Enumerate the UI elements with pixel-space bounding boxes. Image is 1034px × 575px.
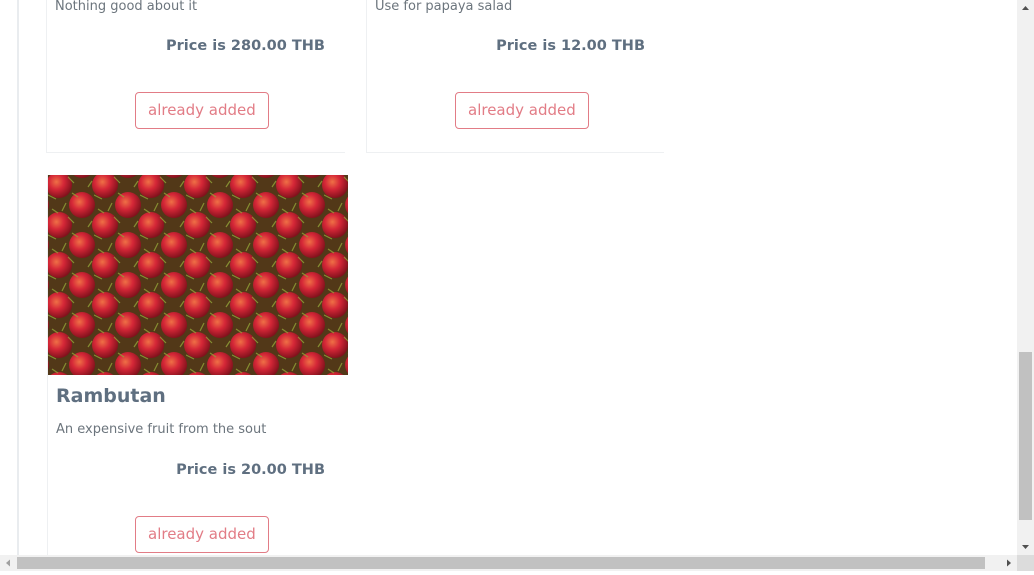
scroll-right-arrow-icon[interactable] xyxy=(1000,555,1017,571)
card-description: An expensive fruit from the sout xyxy=(56,422,267,437)
scroll-left-arrow-icon[interactable] xyxy=(0,555,17,571)
vertical-scrollbar[interactable] xyxy=(1017,0,1034,555)
card-description: Use for papaya salad xyxy=(375,0,513,14)
product-card: Use for papaya salad Price is 12.00 THB … xyxy=(366,0,664,153)
card-description: Nothing good about it xyxy=(55,0,198,14)
card-price: Price is 12.00 THB xyxy=(496,38,645,54)
card-price: Price is 20.00 THB xyxy=(176,462,325,478)
vertical-scroll-thumb[interactable] xyxy=(1019,352,1032,520)
product-card: Nothing good about it Price is 280.00 TH… xyxy=(46,0,345,153)
scrollbar-corner xyxy=(1017,555,1034,571)
rambutan-image xyxy=(48,175,348,375)
product-card: Rambutan An expensive fruit from the sou… xyxy=(47,175,348,555)
already-added-button[interactable]: already added xyxy=(135,92,269,129)
horizontal-scroll-thumb[interactable] xyxy=(17,557,985,569)
already-added-button[interactable]: already added xyxy=(135,516,269,553)
card-price: Price is 280.00 THB xyxy=(166,38,325,54)
scroll-up-arrow-icon[interactable] xyxy=(1017,0,1034,17)
card-title: Rambutan xyxy=(56,385,166,407)
horizontal-scrollbar[interactable] xyxy=(0,555,1017,571)
already-added-button[interactable]: already added xyxy=(455,92,589,129)
page-left-border xyxy=(17,0,19,555)
scroll-down-arrow-icon[interactable] xyxy=(1017,538,1034,555)
